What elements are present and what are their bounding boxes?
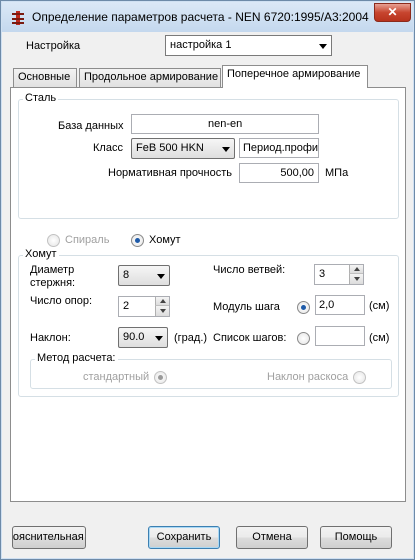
method-strut-label: Наклон раскоса bbox=[267, 371, 349, 383]
chevron-down-icon bbox=[157, 274, 165, 279]
profile-field[interactable]: Период.профиль bbox=[239, 138, 319, 158]
spacing-module-field[interactable]: 2,0 bbox=[315, 295, 365, 315]
close-button[interactable]: ✕ bbox=[374, 3, 411, 22]
title-bar[interactable]: Определение параметров расчета - NEN 672… bbox=[2, 2, 413, 32]
spin-up-icon[interactable] bbox=[349, 265, 363, 274]
cancel-button-label: Отмена bbox=[252, 531, 292, 543]
incline-select[interactable]: 90.0 bbox=[118, 327, 168, 348]
strength-value: 500,00 bbox=[280, 167, 314, 179]
database-value: nen-en bbox=[208, 118, 243, 130]
chevron-down-icon bbox=[319, 44, 327, 49]
spacing-module-value: 2,0 bbox=[319, 299, 335, 311]
help-button[interactable]: Помощь bbox=[320, 526, 392, 549]
spacing-list-radio[interactable] bbox=[297, 332, 310, 345]
database-label: База данных bbox=[58, 120, 124, 132]
dialog-window: Определение параметров расчета - NEN 672… bbox=[0, 0, 415, 560]
method-group-title: Метод расчета: bbox=[35, 352, 118, 364]
profile-value: Период.профиль bbox=[243, 142, 319, 154]
tab-transverse[interactable]: Поперечное армирование bbox=[222, 65, 368, 88]
stirrup-label: Хомут bbox=[149, 234, 181, 246]
diameter-select[interactable]: 8 bbox=[118, 265, 170, 286]
save-button-label: Сохранить bbox=[156, 531, 212, 543]
tab-longitudinal-label: Продольное армирование bbox=[84, 71, 219, 83]
method-standard-label: стандартный bbox=[83, 371, 150, 383]
tab-main[interactable]: Основные bbox=[13, 68, 77, 87]
close-icon: ✕ bbox=[387, 5, 398, 19]
database-field[interactable]: nen-en bbox=[131, 114, 319, 134]
diameter-select-value: 8 bbox=[123, 269, 130, 281]
strength-label: Нормативная прочность bbox=[108, 167, 232, 179]
steel-group-title: Сталь bbox=[23, 92, 59, 104]
spacing-list-field[interactable] bbox=[315, 326, 365, 346]
save-button[interactable]: Сохранить bbox=[148, 526, 220, 549]
supports-label: Число опор: bbox=[30, 295, 93, 307]
class-select-value: FeB 500 HKN bbox=[136, 142, 204, 154]
incline-select-value: 90.0 bbox=[123, 331, 145, 343]
tab-main-label: Основные bbox=[18, 71, 71, 83]
spin-up-icon[interactable] bbox=[155, 297, 169, 306]
incline-unit: (град.) bbox=[174, 332, 208, 344]
incline-label: Наклон: bbox=[30, 332, 71, 344]
supports-value: 2 bbox=[123, 300, 130, 312]
branches-stepper[interactable]: 3 bbox=[314, 264, 364, 285]
strength-unit: МПа bbox=[325, 167, 349, 179]
setting-select-value: настройка 1 bbox=[170, 39, 232, 51]
chevron-down-icon bbox=[155, 336, 163, 341]
spiral-label: Спираль bbox=[65, 234, 110, 246]
spacing-module-unit: (см) bbox=[369, 300, 390, 312]
strength-field[interactable]: 500,00 bbox=[239, 163, 319, 183]
diameter-label-line1: Диаметр bbox=[30, 264, 75, 276]
stirrup-group-title: Хомут bbox=[23, 248, 59, 260]
spin-down-icon[interactable] bbox=[155, 306, 169, 316]
branches-label: Число ветвей: bbox=[213, 264, 286, 276]
spacing-module-radio[interactable] bbox=[297, 301, 310, 314]
supports-stepper-buttons bbox=[155, 297, 169, 316]
spiral-radio[interactable] bbox=[47, 234, 60, 247]
diameter-label-line2: стержня: bbox=[30, 277, 76, 289]
setting-select[interactable]: настройка 1 bbox=[165, 35, 332, 56]
setting-label: Настройка bbox=[26, 40, 81, 52]
help-button-label: Помощь bbox=[334, 531, 378, 543]
tab-transverse-label: Поперечное армирование bbox=[227, 68, 361, 80]
supports-stepper[interactable]: 2 bbox=[118, 296, 170, 317]
spacing-module-label: Модуль шага bbox=[213, 301, 280, 313]
cancel-button[interactable]: Отмена bbox=[236, 526, 308, 549]
spacing-list-unit: (см) bbox=[369, 332, 390, 344]
spacing-list-label: Список шагов: bbox=[213, 332, 287, 344]
branches-value: 3 bbox=[319, 268, 326, 280]
method-strut-radio[interactable] bbox=[353, 371, 366, 384]
app-icon bbox=[12, 11, 24, 25]
notes-button-label: Пояснительная записка bbox=[12, 531, 85, 543]
method-standard-radio[interactable] bbox=[154, 371, 167, 384]
chevron-down-icon bbox=[222, 147, 230, 152]
tab-longitudinal[interactable]: Продольное армирование bbox=[79, 68, 221, 87]
notes-button[interactable]: Пояснительная записка bbox=[12, 526, 86, 549]
window-title: Определение параметров расчета - NEN 672… bbox=[32, 10, 369, 24]
class-select[interactable]: FeB 500 HKN bbox=[131, 138, 235, 159]
stirrup-radio[interactable] bbox=[131, 234, 144, 247]
spin-down-icon[interactable] bbox=[349, 274, 363, 284]
class-label: Класс bbox=[93, 142, 123, 154]
branches-stepper-buttons bbox=[349, 265, 363, 284]
